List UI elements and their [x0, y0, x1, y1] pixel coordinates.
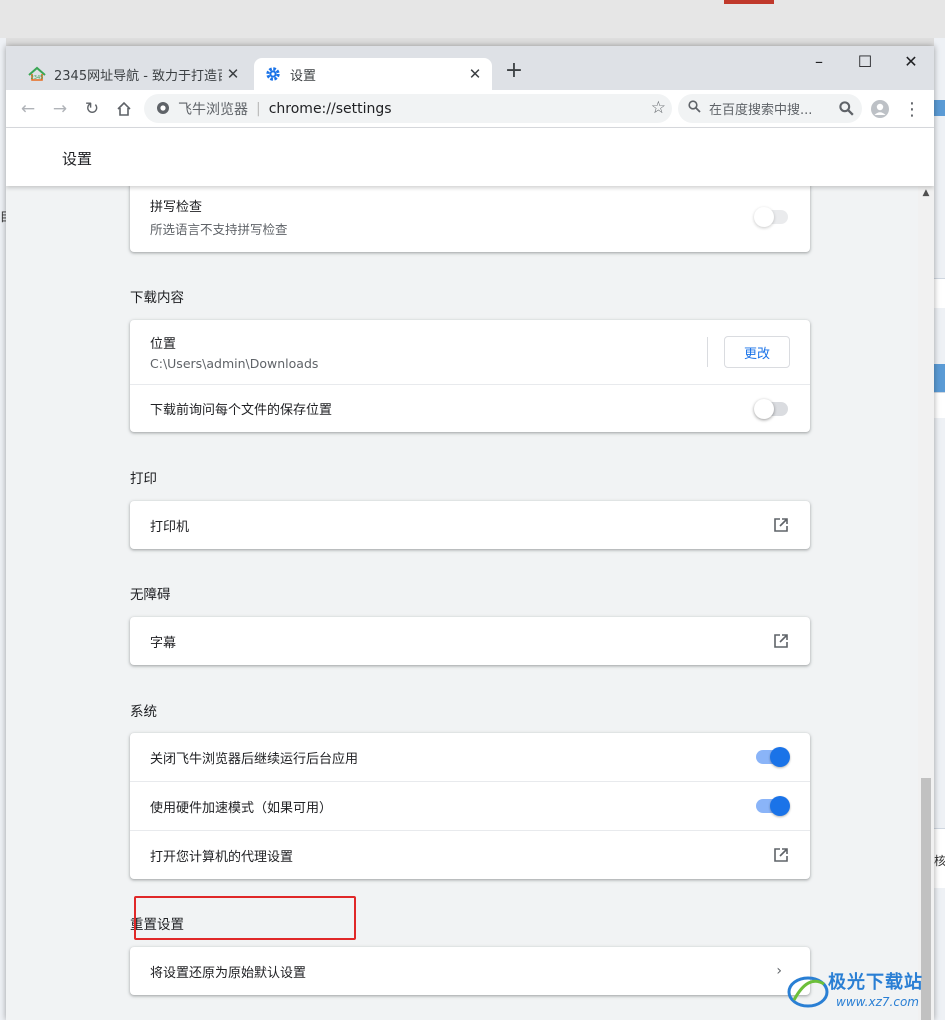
search-icon	[688, 100, 701, 117]
location-path: C:\Users\admin\Downloads	[150, 356, 319, 371]
minimize-button[interactable]: –	[796, 52, 842, 76]
gear-icon	[264, 65, 282, 83]
bg-panel	[934, 278, 945, 308]
download-location-row: 位置 C:\Users\admin\Downloads 更改	[130, 320, 810, 384]
spellcheck-card: 拼写检查 所选语言不支持拼写检查	[130, 186, 810, 252]
section-print: 打印	[130, 471, 157, 487]
site-name: 飞牛浏览器	[178, 101, 248, 118]
chrome-icon	[156, 101, 170, 119]
desktop-top-bar	[0, 0, 945, 38]
menu-icon[interactable]: ⋮	[900, 97, 924, 121]
bg-panel	[934, 392, 945, 418]
watermark: 极光下载站 www.xz7.com	[786, 964, 936, 1016]
highlight-box	[134, 896, 356, 940]
proxy-label: 打开您计算机的代理设置	[150, 849, 294, 865]
proxy-row[interactable]: 打开您计算机的代理设置	[130, 830, 810, 879]
change-location-button[interactable]: 更改	[724, 336, 790, 368]
print-card: 打印机	[130, 501, 810, 549]
row-divider	[707, 337, 708, 367]
svg-text:2345: 2345	[31, 75, 44, 81]
star-icon[interactable]: ☆	[651, 98, 666, 118]
page-title: 设置	[62, 150, 93, 168]
avatar[interactable]	[868, 97, 892, 121]
watermark-title: 极光下载站	[828, 972, 923, 993]
new-tab-button[interactable]: +	[502, 60, 526, 84]
house-icon: 2345	[28, 65, 46, 83]
ask-location-toggle[interactable]	[754, 398, 788, 419]
back-icon[interactable]: ←	[16, 97, 40, 121]
section-accessibility: 无障碍	[130, 587, 171, 603]
url-separator: |	[256, 100, 261, 117]
section-system: 系统	[130, 704, 157, 720]
open-external-icon	[774, 848, 788, 862]
captions-label: 字幕	[150, 635, 177, 651]
home-icon[interactable]	[112, 97, 136, 121]
spellcheck-sub: 所选语言不支持拼写检查	[150, 222, 288, 237]
background-apps-label: 关闭飞牛浏览器后继续运行后台应用	[150, 751, 359, 767]
bg-right-char: 核	[934, 854, 945, 868]
hw-accel-toggle[interactable]	[756, 796, 790, 816]
search-go-icon[interactable]	[839, 101, 854, 120]
bg-strip	[934, 100, 945, 116]
hw-accel-label: 使用硬件加速模式（如果可用）	[150, 800, 333, 816]
open-external-icon	[774, 518, 788, 532]
reset-card: 将设置还原为原始默认设置 ›	[130, 947, 810, 995]
search-box[interactable]: 在百度搜索中搜...	[678, 94, 862, 123]
printer-label: 打印机	[150, 519, 190, 535]
tab-2345[interactable]: 2345 2345网址导航 - 致力于打造百年 ✕	[18, 58, 250, 90]
desktop-red-mark	[724, 0, 774, 4]
spellcheck-row[interactable]: 拼写检查 所选语言不支持拼写检查	[130, 186, 810, 252]
section-downloads: 下载内容	[130, 290, 184, 306]
open-external-icon	[774, 634, 788, 648]
restore-defaults-row[interactable]: 将设置还原为原始默认设置 ›	[130, 947, 810, 995]
accessibility-card: 字幕	[130, 617, 810, 665]
spellcheck-label: 拼写检查	[150, 200, 203, 215]
desktop-right-edge: 核	[934, 38, 945, 1020]
address-bar[interactable]: 飞牛浏览器 | chrome://settings ☆	[144, 94, 672, 123]
background-apps-toggle[interactable]	[756, 747, 790, 767]
forward-icon[interactable]: →	[48, 97, 72, 121]
close-window-button[interactable]: ✕	[888, 52, 934, 76]
reload-icon[interactable]: ↻	[80, 97, 104, 121]
bg-strip	[934, 364, 945, 392]
restore-defaults-label: 将设置还原为原始默认设置	[150, 965, 307, 981]
browser-toolbar: ← → ↻ 飞牛浏览器 | chrome://settings ☆ 在百度搜索中…	[6, 90, 934, 128]
tab-settings[interactable]: 设置 ✕	[254, 58, 492, 90]
close-icon[interactable]: ✕	[464, 65, 486, 83]
search-placeholder: 在百度搜索中搜...	[709, 103, 813, 118]
watermark-logo	[787, 976, 829, 1008]
close-icon[interactable]: ✕	[222, 65, 244, 83]
background-apps-row[interactable]: 关闭飞牛浏览器后继续运行后台应用	[130, 733, 810, 781]
tab-title: 2345网址导航 - 致力于打造百年	[54, 68, 222, 84]
hw-accel-row[interactable]: 使用硬件加速模式（如果可用）	[130, 781, 810, 830]
ask-location-row[interactable]: 下载前询问每个文件的保存位置	[130, 384, 810, 432]
printer-row[interactable]: 打印机	[130, 501, 810, 549]
scrollbar[interactable]: ▲	[918, 186, 934, 1020]
system-card: 关闭飞牛浏览器后继续运行后台应用 使用硬件加速模式（如果可用） 打开您计算机的代…	[130, 733, 810, 879]
url-text: chrome://settings	[268, 100, 392, 117]
maximize-button[interactable]: ☐	[842, 52, 888, 76]
spellcheck-toggle[interactable]	[754, 207, 788, 227]
downloads-card: 位置 C:\Users\admin\Downloads 更改 下载前询问每个文件…	[130, 320, 810, 432]
scroll-up-icon[interactable]: ▲	[921, 188, 931, 198]
settings-header: 设置	[6, 128, 934, 186]
tab-title: 设置	[290, 68, 317, 84]
browser-window: 2345 2345网址导航 - 致力于打造百年 ✕ 设置 ✕ + – ☐ ✕ ←…	[6, 46, 934, 1020]
tab-strip: 2345 2345网址导航 - 致力于打造百年 ✕ 设置 ✕ + – ☐ ✕	[6, 46, 934, 90]
settings-content: 拼写检查 所选语言不支持拼写检查 下载内容 位置 C:\Users\admin\…	[6, 186, 918, 1020]
location-label: 位置	[150, 337, 177, 352]
captions-row[interactable]: 字幕	[130, 617, 810, 665]
ask-location-label: 下载前询问每个文件的保存位置	[150, 403, 333, 418]
chevron-right-icon: ›	[776, 963, 782, 979]
watermark-url: www.xz7.com	[836, 995, 919, 1009]
